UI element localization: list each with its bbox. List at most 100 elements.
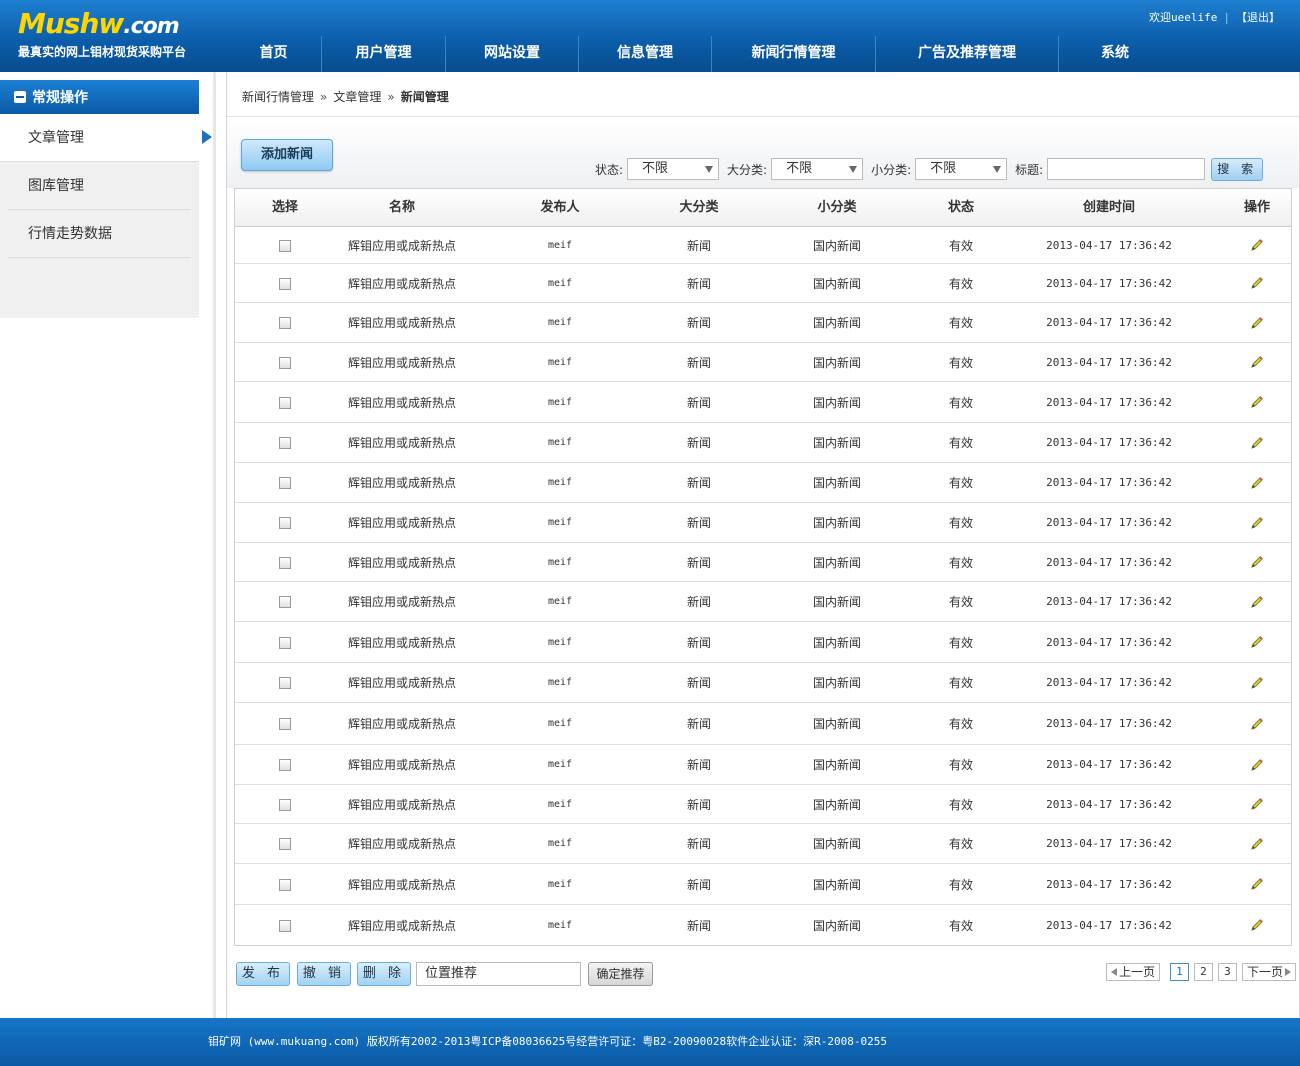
edit-icon[interactable] — [1250, 516, 1264, 530]
table-row[interactable]: 辉钼应用或成新热点 meif 新闻 国内新闻 有效 2013-04-17 17:36:42 — [235, 503, 1291, 543]
table-row[interactable]: 辉钼应用或成新热点 meif 新闻 国内新闻 有效 2013-04-17 17:36:42 — [235, 382, 1291, 423]
table-row[interactable]: 辉钼应用或成新热点 meif 新闻 国内新闻 有效 2013-04-17 17:36:42 — [235, 463, 1291, 503]
edit-icon[interactable] — [1250, 676, 1264, 690]
nav-system[interactable]: 系统 — [1059, 36, 1171, 72]
header-status: 状态 — [947, 200, 974, 215]
table-row[interactable]: 辉钼应用或成新热点 meif 新闻 国内新闻 有效 2013-04-17 17:36:42 — [235, 785, 1291, 824]
nav-home[interactable]: 首页 — [226, 36, 322, 72]
edit-icon[interactable] — [1250, 355, 1264, 369]
row-checkbox[interactable] — [279, 556, 291, 569]
collapse-icon[interactable] — [14, 91, 26, 103]
table-row[interactable]: 辉钼应用或成新热点 meif 新闻 国内新闻 有效 2013-04-17 17:36:42 — [235, 343, 1291, 382]
table-row[interactable]: 辉钼应用或成新热点 meif 新闻 国内新闻 有效 2013-04-17 17:36:42 — [235, 745, 1291, 785]
edit-icon[interactable] — [1250, 316, 1264, 330]
row-checkbox[interactable] — [279, 798, 291, 811]
position-recommend-input[interactable]: 位置推荐 — [416, 962, 581, 986]
category-select[interactable]: 不限 — [771, 158, 864, 180]
edit-icon[interactable] — [1250, 918, 1264, 932]
add-news-button[interactable]: 添加新闻 — [241, 139, 333, 171]
row-checkbox[interactable] — [279, 878, 291, 891]
edit-icon[interactable] — [1250, 877, 1264, 891]
row-subcategory: 国内新闻 — [812, 837, 861, 851]
edit-icon[interactable] — [1250, 238, 1264, 252]
subcategory-select[interactable]: 不限 — [915, 158, 1008, 180]
row-checkbox[interactable] — [279, 677, 291, 689]
edit-icon[interactable] — [1250, 635, 1264, 649]
table-row[interactable]: 辉钼应用或成新热点 meif 新闻 国内新闻 有效 2013-04-17 17:36:42 — [235, 582, 1291, 622]
row-author: meif — [547, 878, 573, 890]
sidebar-item-article-management[interactable]: 文章管理 — [0, 114, 199, 162]
table-row[interactable]: 辉钼应用或成新热点 meif 新闻 国内新闻 有效 2013-04-17 17:36:42 — [235, 423, 1291, 463]
row-checkbox[interactable] — [279, 838, 291, 850]
table-row[interactable]: 辉钼应用或成新热点 meif 新闻 国内新闻 有效 2013-04-17 17:36:42 — [235, 824, 1291, 864]
row-author: meif — [547, 477, 573, 488]
page-1[interactable]: 1 — [1169, 963, 1189, 981]
row-checkbox[interactable] — [279, 477, 291, 489]
status-select[interactable]: 不限 — [627, 158, 720, 180]
publish-button[interactable]: 发 布 — [236, 962, 290, 986]
edit-icon[interactable] — [1250, 595, 1264, 609]
table-row[interactable]: 辉钼应用或成新热点 meif 新闻 国内新闻 有效 2013-04-17 17:36:42 — [235, 663, 1291, 703]
row-checkbox[interactable] — [279, 517, 291, 529]
row-action-cell — [1223, 675, 1291, 690]
revoke-button[interactable]: 撤 销 — [297, 962, 351, 986]
nav-news-market-management[interactable]: 新闻行情管理 — [712, 36, 876, 72]
row-checkbox[interactable] — [279, 277, 291, 290]
page-3[interactable]: 3 — [1217, 963, 1237, 981]
row-checkbox[interactable] — [279, 437, 291, 449]
row-action-cell — [1223, 918, 1291, 933]
row-checkbox[interactable] — [279, 919, 291, 932]
nav-ad-recommend-management[interactable]: 广告及推荐管理 — [876, 36, 1059, 72]
row-checkbox[interactable] — [279, 356, 291, 369]
edit-icon[interactable] — [1250, 797, 1264, 811]
prev-page-button[interactable]: 上一页 — [1105, 963, 1160, 981]
table-row[interactable]: 辉钼应用或成新热点 meif 新闻 国内新闻 有效 2013-04-17 17:36:42 — [235, 622, 1291, 663]
edit-icon[interactable] — [1250, 476, 1264, 490]
nav-site-settings[interactable]: 网站设置 — [446, 36, 579, 72]
row-checkbox[interactable] — [279, 239, 291, 252]
table-row[interactable]: 辉钼应用或成新热点 meif 新闻 国内新闻 有效 2013-04-17 17:36:42 — [235, 543, 1291, 582]
header-category: 大分类 — [679, 200, 719, 215]
table-row[interactable]: 辉钼应用或成新热点 meif 新闻 国内新闻 有效 2013-04-17 17:36:42 — [235, 264, 1291, 303]
breadcrumb-article-management[interactable]: 文章管理 — [333, 90, 381, 104]
sidebar-title[interactable]: 常规操作 — [0, 80, 199, 114]
edit-icon[interactable] — [1250, 758, 1264, 772]
edit-icon[interactable] — [1250, 717, 1264, 731]
row-checkbox[interactable] — [279, 718, 291, 730]
sidebar-item-gallery-management[interactable]: 图库管理 — [8, 162, 191, 210]
row-checkbox[interactable] — [279, 759, 291, 771]
row-name: 辉钼应用或成新热点 — [347, 436, 456, 450]
logout-link[interactable]: 【退出】 — [1236, 11, 1280, 24]
confirm-recommend-button[interactable]: 确定推荐 — [588, 962, 653, 986]
table-row[interactable]: 辉钼应用或成新热点 meif 新闻 国内新闻 有效 2013-04-17 17:36:42 — [235, 227, 1291, 264]
title-search-input[interactable] — [1047, 158, 1206, 180]
row-checkbox[interactable] — [279, 317, 291, 329]
nav-info-management[interactable]: 信息管理 — [579, 36, 712, 72]
row-checkbox-cell — [235, 877, 335, 891]
breadcrumb-news-market[interactable]: 新闻行情管理 — [242, 90, 314, 104]
row-subcategory: 国内新闻 — [812, 276, 861, 291]
row-checkbox[interactable] — [279, 636, 291, 649]
logo[interactable]: Mushw.com 最真实的网上钼材现货采购平台 — [18, 6, 186, 60]
edit-icon[interactable] — [1250, 395, 1264, 409]
row-action-cell — [1223, 355, 1291, 370]
next-page-button[interactable]: 下一页 — [1241, 963, 1296, 981]
search-button[interactable]: 搜 索 — [1211, 157, 1264, 181]
sidebar-item-market-trend-data[interactable]: 行情走势数据 — [8, 210, 191, 258]
row-name: 辉钼应用或成新热点 — [347, 595, 456, 609]
edit-icon[interactable] — [1250, 276, 1264, 290]
table-row[interactable]: 辉钼应用或成新热点 meif 新闻 国内新闻 有效 2013-04-17 17:36:42 — [235, 864, 1291, 905]
edit-icon[interactable] — [1250, 555, 1264, 569]
table-row[interactable]: 辉钼应用或成新热点 meif 新闻 国内新闻 有效 2013-04-17 17:36:42 — [235, 905, 1291, 945]
row-checkbox[interactable] — [279, 596, 291, 608]
nav-user-management[interactable]: 用户管理 — [322, 36, 446, 72]
edit-icon[interactable] — [1250, 436, 1264, 450]
edit-icon[interactable] — [1250, 837, 1264, 851]
delete-button[interactable]: 删 除 — [357, 962, 411, 986]
table-row[interactable]: 辉钼应用或成新热点 meif 新闻 国内新闻 有效 2013-04-17 17:36:42 — [235, 703, 1291, 745]
row-checkbox[interactable] — [279, 396, 291, 409]
page-2[interactable]: 2 — [1193, 963, 1213, 981]
row-author: meif — [547, 596, 573, 607]
table-row[interactable]: 辉钼应用或成新热点 meif 新闻 国内新闻 有效 2013-04-17 17:36:42 — [235, 303, 1291, 343]
row-author: meif — [547, 437, 573, 448]
